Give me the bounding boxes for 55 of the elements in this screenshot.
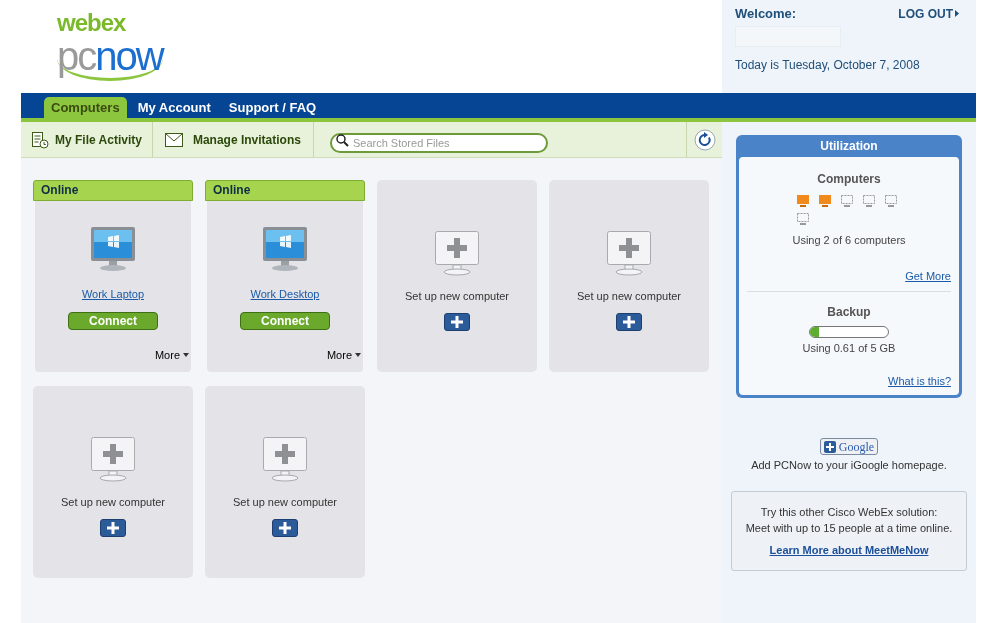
status-bar: Online bbox=[205, 180, 365, 201]
panel-title: Utilization bbox=[819, 138, 879, 155]
caret-icon bbox=[955, 10, 959, 18]
setup-label: Set up new computer bbox=[61, 495, 165, 510]
brand-logo: webex bbox=[57, 10, 126, 36]
more-menu[interactable]: More bbox=[326, 346, 352, 363]
search-field[interactable]: Search Stored Files bbox=[329, 132, 548, 153]
plus-icon bbox=[107, 521, 119, 534]
plus-icon bbox=[623, 315, 635, 328]
setup-label: Set up new computer bbox=[577, 289, 681, 304]
setup-label: Set up new computer bbox=[405, 289, 509, 304]
nav-tab[interactable]: Computers bbox=[44, 97, 127, 118]
section-heading: Backup bbox=[827, 304, 871, 321]
plus-icon bbox=[279, 521, 291, 534]
promo-text: Try this other Cisco WebEx solution: bbox=[760, 504, 938, 520]
add-button[interactable] bbox=[100, 518, 126, 537]
igoogle-text: Add PCNow to your iGoogle homepage. bbox=[751, 458, 947, 473]
monitor-icon bbox=[261, 226, 309, 272]
status-bar: Online bbox=[33, 180, 193, 201]
welcome-label: Welcome: bbox=[735, 5, 797, 23]
product-logo: pcnow bbox=[57, 36, 163, 81]
monitor-plus-icon bbox=[261, 436, 309, 482]
monitor-plus-icon bbox=[89, 436, 137, 482]
plus-icon bbox=[823, 440, 836, 453]
caret-icon bbox=[355, 352, 361, 357]
what-is-this-link[interactable]: What is this? bbox=[888, 372, 951, 389]
setup-label: Set up new computer bbox=[233, 495, 337, 510]
more-menu[interactable]: More bbox=[154, 346, 180, 363]
promo-text: Meet with up to 15 people at a time online. bbox=[745, 521, 953, 536]
caret-icon bbox=[183, 352, 189, 357]
monitor-plus-icon bbox=[433, 230, 481, 276]
backup-usage-text: Using 0.61 of 5 GB bbox=[802, 341, 896, 356]
computers-usage-text: Using 2 of 6 computers bbox=[792, 233, 906, 248]
nav-tab[interactable]: My Account bbox=[130, 97, 218, 118]
refresh-icon bbox=[693, 128, 716, 151]
nav-tab[interactable]: Support / FAQ bbox=[221, 97, 324, 118]
get-more-link[interactable]: Get More bbox=[905, 267, 951, 284]
manage-invitations-button[interactable]: Manage Invitations bbox=[152, 122, 314, 157]
igoogle-button[interactable]: Google bbox=[819, 438, 879, 455]
add-button[interactable] bbox=[272, 518, 298, 537]
computer-name-link[interactable]: Work Laptop bbox=[81, 286, 145, 303]
logout-link[interactable]: LOG OUT bbox=[898, 4, 953, 23]
add-button[interactable] bbox=[616, 312, 642, 331]
meetmenow-link[interactable]: Learn More about MeetMeNow bbox=[769, 541, 929, 558]
add-button[interactable] bbox=[444, 312, 470, 331]
document-clock-icon bbox=[31, 130, 49, 149]
monitor-plus-icon bbox=[605, 230, 653, 276]
date-text: Today is Tuesday, October 7, 2008 bbox=[735, 56, 921, 74]
section-heading: Computers bbox=[817, 171, 881, 188]
plus-icon bbox=[451, 315, 463, 328]
search-icon bbox=[335, 133, 349, 147]
file-activity-button[interactable]: My File Activity bbox=[21, 122, 153, 157]
monitor-icon bbox=[89, 226, 137, 272]
computer-name-link[interactable]: Work Desktop bbox=[250, 286, 320, 303]
envelope-icon bbox=[164, 132, 183, 147]
